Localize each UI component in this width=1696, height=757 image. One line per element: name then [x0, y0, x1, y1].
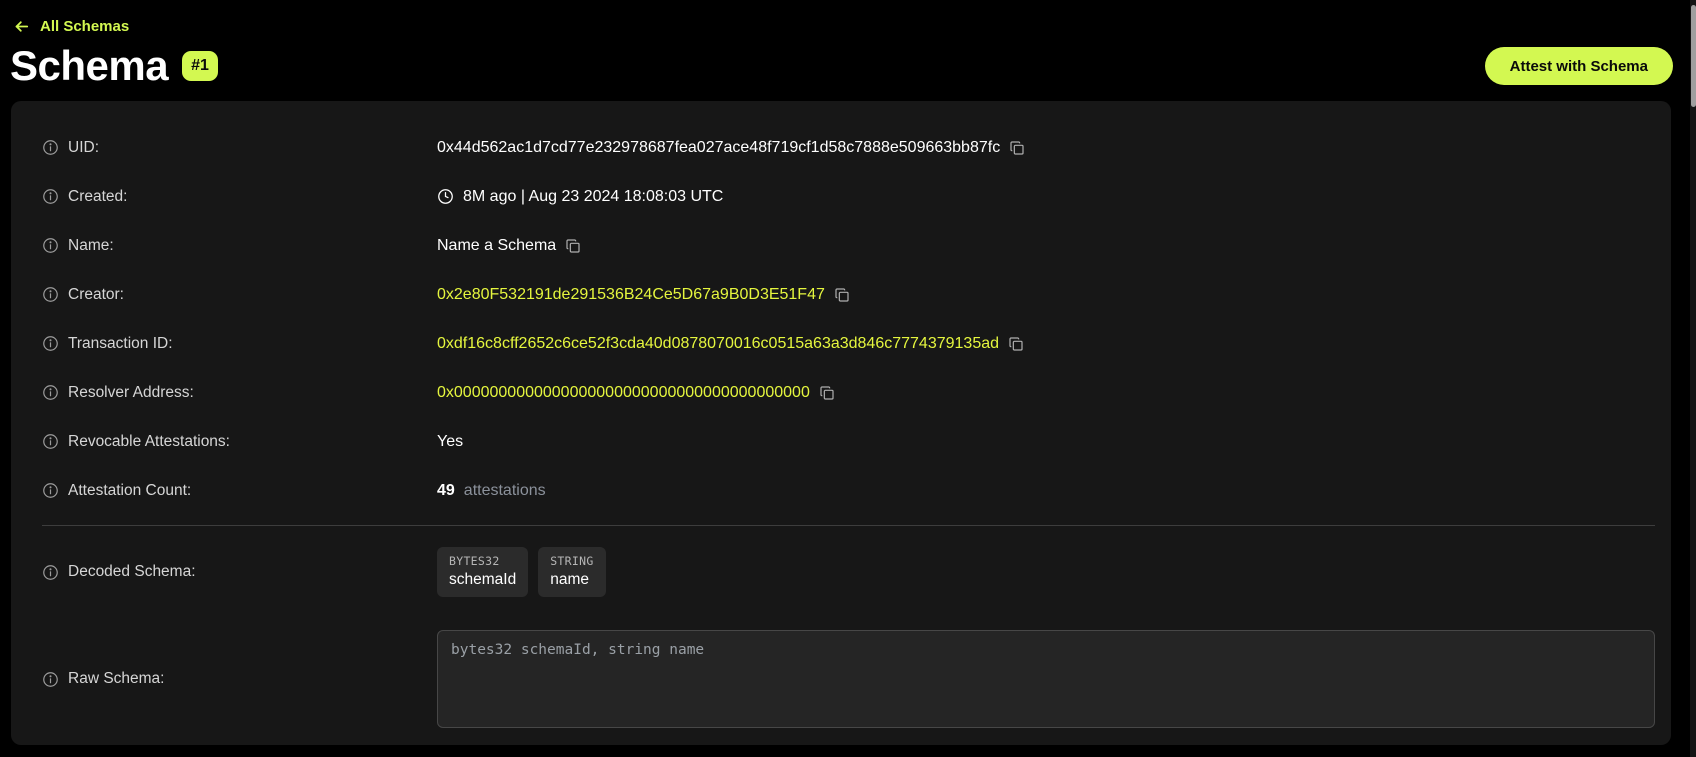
info-icon[interactable]	[42, 564, 59, 581]
attestation-count-label: Attestation Count:	[68, 482, 191, 500]
back-to-all-schemas-link[interactable]: All Schemas	[13, 18, 129, 35]
attest-with-schema-button[interactable]: Attest with Schema	[1485, 47, 1673, 85]
info-icon[interactable]	[42, 188, 59, 205]
creator-row: Creator: 0x2e80F532191de291536B24Ce5D67a…	[27, 270, 1655, 319]
field-type: BYTES32	[449, 554, 516, 568]
attestations-link[interactable]: attestations	[464, 482, 546, 500]
field-name: schemaId	[449, 571, 516, 589]
name-row: Name: Name a Schema	[27, 221, 1655, 270]
back-link-label: All Schemas	[40, 18, 129, 35]
schema-detail-card: UID: 0x44d562ac1d7cd77e232978687fea027ac…	[11, 101, 1671, 745]
raw-schema-textarea[interactable]: bytes32 schemaId, string name	[437, 630, 1655, 728]
raw-schema-row: Raw Schema: bytes32 schemaId, string nam…	[27, 630, 1655, 728]
copy-icon[interactable]	[565, 238, 581, 254]
transaction-id-link[interactable]: 0xdf16c8cff2652c6ce52f3cda40d0878070016c…	[437, 335, 999, 353]
raw-schema-label: Raw Schema:	[68, 670, 164, 688]
clock-icon	[437, 188, 454, 205]
page-header: Schema #1 Attest with Schema	[0, 40, 1696, 90]
copy-icon[interactable]	[819, 385, 835, 401]
name-label: Name:	[68, 237, 114, 255]
copy-icon[interactable]	[834, 287, 850, 303]
creator-label: Creator:	[68, 286, 124, 304]
scrollbar-thumb[interactable]	[1691, 5, 1696, 107]
info-icon[interactable]	[42, 671, 59, 688]
info-icon[interactable]	[42, 286, 59, 303]
resolver-address-link[interactable]: 0x00000000000000000000000000000000000000…	[437, 384, 810, 402]
scrollbar-track[interactable]	[1690, 0, 1696, 757]
copy-icon[interactable]	[1008, 336, 1024, 352]
schema-field-chip: BYTES32 schemaId	[437, 547, 528, 597]
info-icon[interactable]	[42, 237, 59, 254]
transaction-id-row: Transaction ID: 0xdf16c8cff2652c6ce52f3c…	[27, 319, 1655, 368]
revocable-attestations-row: Revocable Attestations: Yes	[27, 417, 1655, 466]
created-value: 8M ago | Aug 23 2024 18:08:03 UTC	[463, 188, 723, 206]
info-icon[interactable]	[42, 139, 59, 156]
revocable-attestations-value: Yes	[437, 433, 463, 451]
name-value: Name a Schema	[437, 237, 556, 255]
info-icon[interactable]	[42, 482, 59, 499]
copy-icon[interactable]	[1009, 140, 1025, 156]
attestation-count-value: 49	[437, 482, 455, 500]
page-title: Schema	[10, 42, 168, 90]
revocable-attestations-label: Revocable Attestations:	[68, 433, 230, 451]
attestation-count-row: Attestation Count: 49 attestations	[27, 466, 1655, 515]
field-type: STRING	[550, 554, 593, 568]
created-row: Created: 8M ago | Aug 23 2024 18:08:03 U…	[27, 172, 1655, 221]
uid-value: 0x44d562ac1d7cd77e232978687fea027ace48f7…	[437, 139, 1000, 157]
schema-id-badge: #1	[182, 51, 218, 81]
schema-field-chip: STRING name	[538, 547, 605, 597]
creator-address-link[interactable]: 0x2e80F532191de291536B24Ce5D67a9B0D3E51F…	[437, 286, 825, 304]
field-name: name	[550, 571, 593, 589]
info-icon[interactable]	[42, 335, 59, 352]
resolver-address-row: Resolver Address: 0x00000000000000000000…	[27, 368, 1655, 417]
arrow-left-icon	[13, 18, 30, 35]
section-divider	[42, 525, 1655, 526]
uid-row: UID: 0x44d562ac1d7cd77e232978687fea027ac…	[27, 123, 1655, 172]
uid-label: UID:	[68, 139, 99, 157]
created-label: Created:	[68, 188, 127, 206]
info-icon[interactable]	[42, 384, 59, 401]
decoded-schema-row: Decoded Schema: BYTES32 schemaId STRING …	[27, 536, 1655, 608]
info-icon[interactable]	[42, 433, 59, 450]
resolver-address-label: Resolver Address:	[68, 384, 194, 402]
decoded-schema-label: Decoded Schema:	[68, 563, 196, 581]
transaction-id-label: Transaction ID:	[68, 335, 173, 353]
